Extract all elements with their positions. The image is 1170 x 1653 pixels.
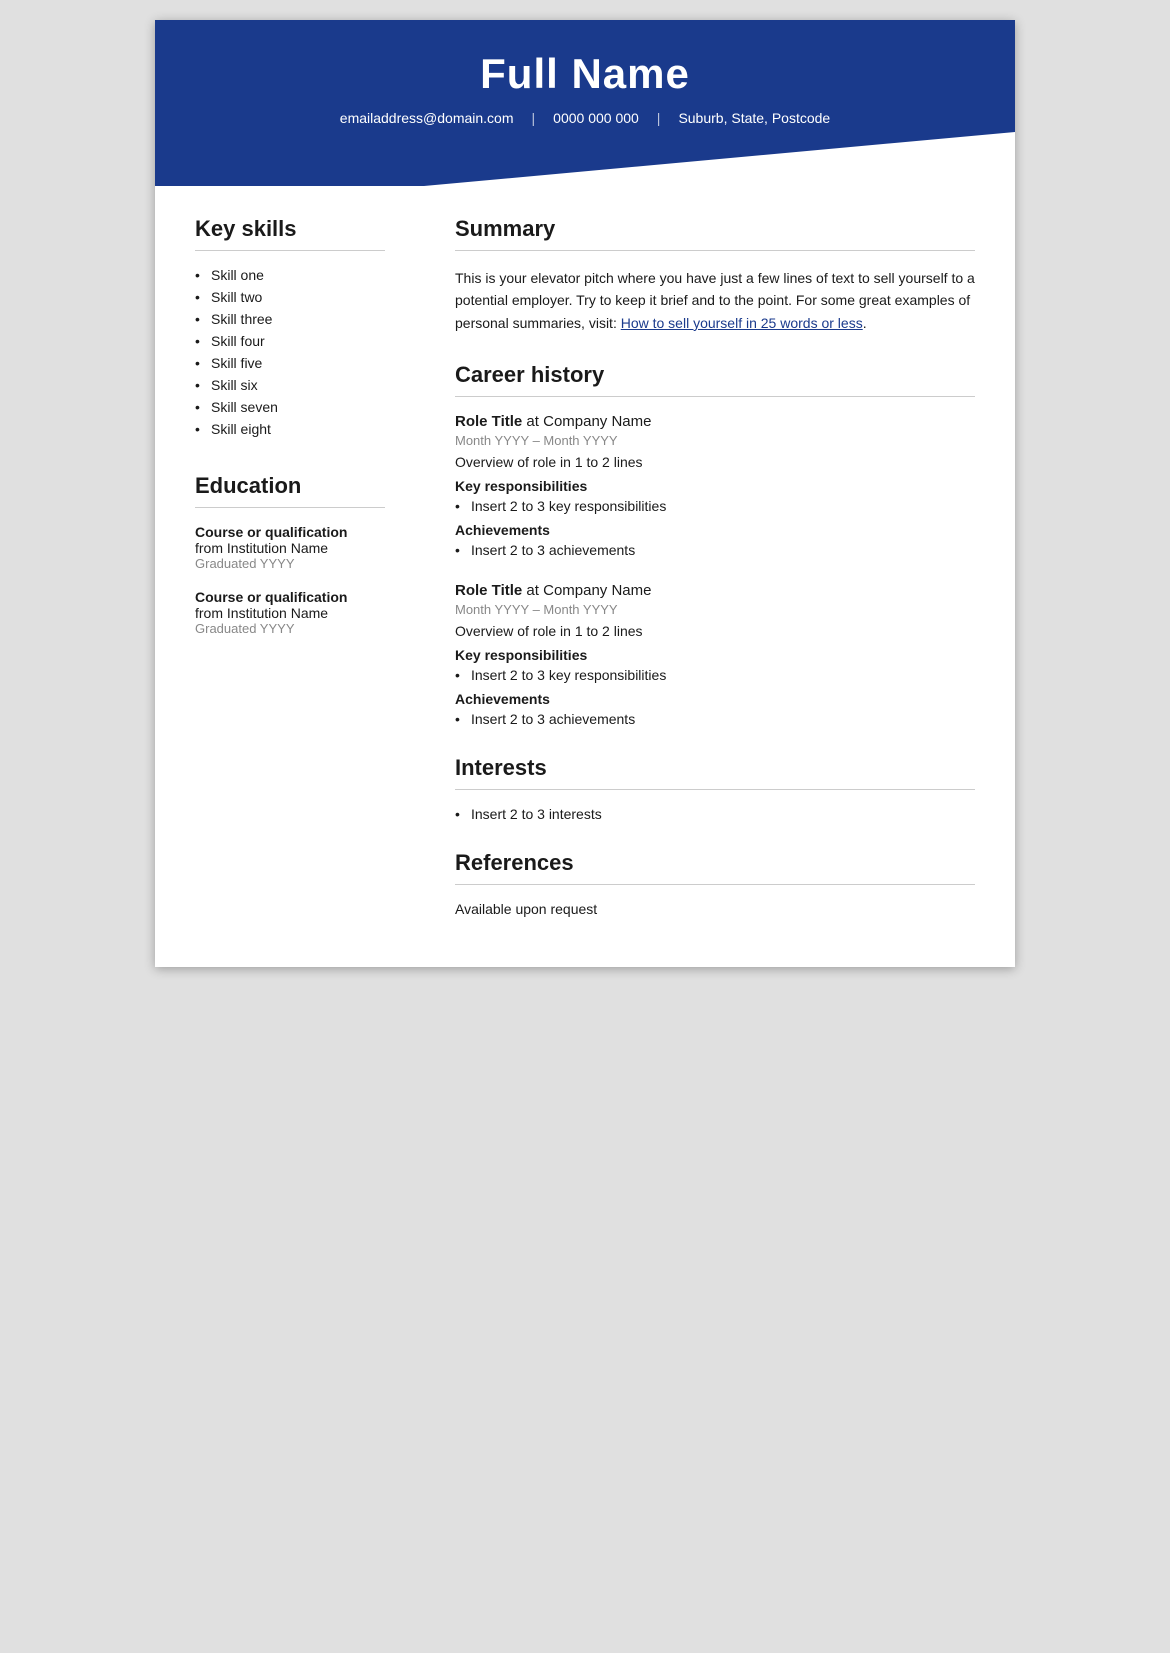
- edu-entry-1: Course or qualification from Institution…: [195, 524, 385, 571]
- job-1-achievements-title: Achievements: [455, 522, 975, 538]
- career-title: Career history: [455, 362, 975, 388]
- job-1-overview: Overview of role in 1 to 2 lines: [455, 454, 975, 470]
- job-1-achievement-1: Insert 2 to 3 achievements: [455, 542, 975, 558]
- job-2-achievements-title: Achievements: [455, 691, 975, 707]
- skills-title: Key skills: [195, 216, 385, 242]
- skill-8: Skill eight: [195, 421, 385, 437]
- right-column: Summary This is your elevator pitch wher…: [415, 216, 1015, 927]
- edu-entry-2: Course or qualification from Institution…: [195, 589, 385, 636]
- job-2-role: Role Title: [455, 582, 522, 599]
- left-column: Key skills Skill one Skill two Skill thr…: [155, 216, 415, 927]
- edu-2-institution: from Institution Name: [195, 605, 385, 621]
- job-2-overview: Overview of role in 1 to 2 lines: [455, 623, 975, 639]
- skill-3: Skill three: [195, 311, 385, 327]
- interests-section: Interests Insert 2 to 3 interests: [455, 755, 975, 822]
- job-2-company: Company Name: [543, 582, 651, 599]
- skills-section: Key skills Skill one Skill two Skill thr…: [195, 216, 385, 437]
- job-2-dates: Month YYYY – Month YYYY: [455, 602, 975, 617]
- references-text: Available upon request: [455, 901, 975, 917]
- job-2-title-line: Role Title at Company Name: [455, 582, 975, 599]
- education-divider: [195, 507, 385, 508]
- skills-list: Skill one Skill two Skill three Skill fo…: [195, 267, 385, 437]
- career-divider: [455, 396, 975, 397]
- job-1-responsibilities-title: Key responsibilities: [455, 478, 975, 494]
- career-section: Career history Role Title at Company Nam…: [455, 362, 975, 727]
- skill-1: Skill one: [195, 267, 385, 283]
- skills-divider: [195, 250, 385, 251]
- references-title: References: [455, 850, 975, 876]
- job-2-at: at: [526, 582, 543, 599]
- edu-1-qualification: Course or qualification: [195, 524, 385, 540]
- job-1-company: Company Name: [543, 413, 651, 430]
- edu-1-date: Graduated YYYY: [195, 556, 385, 571]
- interest-1: Insert 2 to 3 interests: [455, 806, 975, 822]
- main-content: Key skills Skill one Skill two Skill thr…: [155, 186, 1015, 967]
- references-section: References Available upon request: [455, 850, 975, 917]
- header: Full Name emailaddress@domain.com | 0000…: [155, 20, 1015, 186]
- education-title: Education: [195, 473, 385, 499]
- phone: 0000 000 000: [535, 110, 657, 126]
- skill-5: Skill five: [195, 355, 385, 371]
- interests-list: Insert 2 to 3 interests: [455, 806, 975, 822]
- full-name: Full Name: [195, 50, 975, 98]
- interests-title: Interests: [455, 755, 975, 781]
- job-1-achievements-list: Insert 2 to 3 achievements: [455, 542, 975, 558]
- summary-text: This is your elevator pitch where you ha…: [455, 267, 975, 334]
- job-entry-1: Role Title at Company Name Month YYYY – …: [455, 413, 975, 558]
- contact-info: emailaddress@domain.com | 0000 000 000 |…: [195, 110, 975, 126]
- location: Suburb, State, Postcode: [660, 110, 848, 126]
- summary-suffix: .: [863, 315, 867, 331]
- skill-2: Skill two: [195, 289, 385, 305]
- job-2-responsibilities-list: Insert 2 to 3 key responsibilities: [455, 667, 975, 683]
- job-2-responsibility-1: Insert 2 to 3 key responsibilities: [455, 667, 975, 683]
- summary-link[interactable]: How to sell yourself in 25 words or less: [621, 315, 863, 331]
- resume-page: Full Name emailaddress@domain.com | 0000…: [155, 20, 1015, 967]
- skill-6: Skill six: [195, 377, 385, 393]
- job-1-responsibilities-list: Insert 2 to 3 key responsibilities: [455, 498, 975, 514]
- job-1-at: at: [526, 413, 543, 430]
- job-2-responsibilities-title: Key responsibilities: [455, 647, 975, 663]
- job-1-dates: Month YYYY – Month YYYY: [455, 433, 975, 448]
- edu-2-date: Graduated YYYY: [195, 621, 385, 636]
- references-divider: [455, 884, 975, 885]
- interests-divider: [455, 789, 975, 790]
- edu-1-institution: from Institution Name: [195, 540, 385, 556]
- divider-1: |: [532, 110, 536, 126]
- job-1-responsibility-1: Insert 2 to 3 key responsibilities: [455, 498, 975, 514]
- education-section: Education Course or qualification from I…: [195, 473, 385, 636]
- job-1-title-line: Role Title at Company Name: [455, 413, 975, 430]
- summary-divider: [455, 250, 975, 251]
- edu-2-qualification: Course or qualification: [195, 589, 385, 605]
- email: emailaddress@domain.com: [322, 110, 532, 126]
- job-2-achievements-list: Insert 2 to 3 achievements: [455, 711, 975, 727]
- summary-title: Summary: [455, 216, 975, 242]
- skill-7: Skill seven: [195, 399, 385, 415]
- divider-2: |: [657, 110, 661, 126]
- job-entry-2: Role Title at Company Name Month YYYY – …: [455, 582, 975, 727]
- job-1-role: Role Title: [455, 413, 522, 430]
- skill-4: Skill four: [195, 333, 385, 349]
- summary-section: Summary This is your elevator pitch wher…: [455, 216, 975, 334]
- job-2-achievement-1: Insert 2 to 3 achievements: [455, 711, 975, 727]
